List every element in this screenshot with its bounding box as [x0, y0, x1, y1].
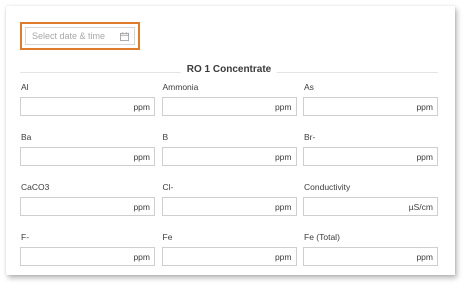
unit-suffix: ppm: [133, 151, 150, 162]
unit-suffix: ppm: [274, 101, 292, 112]
field-as: As ppm: [303, 82, 438, 132]
field-label: Cl-: [162, 182, 174, 192]
b-input[interactable]: ppm: [161, 147, 297, 166]
f-input[interactable]: ppm: [20, 247, 155, 266]
field-label: Fe (Total): [304, 232, 340, 242]
date-picker-focus-ring: Select date & time: [20, 22, 140, 50]
unit-suffix: ppm: [274, 201, 292, 212]
as-input[interactable]: ppm: [303, 97, 438, 116]
parameter-grid: Al ppm Ammonia ppm As ppm Ba ppm Bppm Br-ppm CaCO3…: [20, 82, 438, 275]
ammonia-input[interactable]: ppm: [161, 97, 297, 116]
field-label: Al: [21, 82, 29, 92]
field-b: Bppm: [161, 132, 297, 182]
conductivity-input[interactable]: µS/cm: [303, 197, 438, 216]
fe-total-input[interactable]: ppm: [303, 247, 438, 266]
unit-suffix: ppm: [133, 201, 150, 212]
field-ammonia: Ammonia ppm: [161, 82, 297, 132]
unit-suffix: ppm: [133, 101, 150, 112]
field-label: As: [304, 82, 314, 92]
field-al: Al ppm: [20, 82, 155, 132]
field-f: F-ppm: [20, 232, 155, 275]
field-label: CaCO3: [21, 182, 50, 192]
caco3-input[interactable]: ppm: [20, 197, 155, 216]
ba-input[interactable]: ppm: [20, 147, 155, 166]
field-br: Br-ppm: [303, 132, 438, 182]
fe-input[interactable]: ppm: [161, 247, 297, 266]
field-cl: Cl-ppm: [161, 182, 297, 232]
unit-suffix: µS/cm: [408, 201, 433, 212]
date-time-placeholder: Select date & time: [32, 31, 106, 41]
cl-input[interactable]: ppm: [161, 197, 297, 216]
field-conductivity: Conductivity µS/cm: [303, 182, 438, 232]
form-card: Select date & time RO 1 Concentrate Al pp…: [6, 6, 455, 275]
section-header: RO 1 Concentrate: [20, 64, 438, 78]
field-label: Fe: [162, 232, 173, 242]
field-label: Br-: [304, 132, 316, 142]
field-fe-total: Fe (Total) ppm: [303, 232, 438, 275]
calendar-icon[interactable]: [120, 31, 129, 41]
field-fe: Fe ppm: [161, 232, 297, 275]
field-label: Ba: [21, 132, 32, 142]
unit-suffix: ppm: [133, 251, 150, 262]
unit-suffix: ppm: [274, 151, 292, 162]
field-ba: Ba ppm: [20, 132, 155, 182]
al-input[interactable]: ppm: [20, 97, 155, 116]
field-label: Ammonia: [162, 82, 199, 92]
unit-suffix: ppm: [416, 151, 433, 162]
field-label: Conductivity: [304, 182, 351, 192]
field-label: F-: [21, 232, 30, 242]
br-input[interactable]: ppm: [303, 147, 438, 166]
field-caco3: CaCO3 ppm: [20, 182, 155, 232]
unit-suffix: ppm: [274, 251, 292, 262]
date-time-input[interactable]: Select date & time: [25, 27, 135, 45]
section-title: RO 1 Concentrate: [180, 64, 278, 75]
unit-suffix: ppm: [416, 251, 433, 262]
field-label: B: [162, 132, 169, 142]
unit-suffix: ppm: [416, 101, 433, 112]
